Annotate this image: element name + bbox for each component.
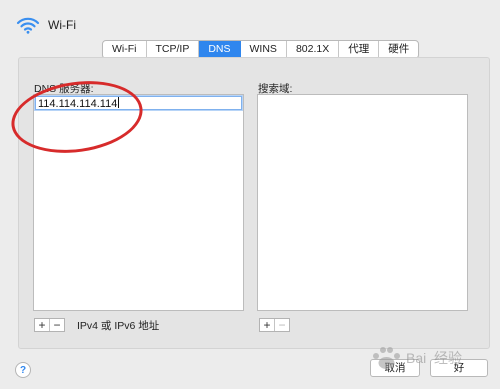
tab-wifi[interactable]: Wi-Fi [103,41,147,58]
tab-dns[interactable]: DNS [199,41,241,58]
search-domain-remove-button[interactable]: − [275,319,289,331]
search-domains-list[interactable] [257,94,468,311]
tab-tcpip[interactable]: TCP/IP [147,41,200,58]
dns-servers-list[interactable]: 114.114.114.114 [33,94,244,311]
ip-format-hint: IPv4 或 IPv6 地址 [77,320,160,332]
search-domain-add-remove: + − [259,318,290,332]
dns-add-remove: + − [34,318,65,332]
window-title: Wi-Fi [48,18,76,32]
cancel-button[interactable]: 取消 [370,359,420,377]
dns-remove-button[interactable]: − [50,319,64,331]
dns-server-value: 114.114.114.114 [38,98,118,110]
tab-proxy[interactable]: 代理 [339,41,380,58]
help-button[interactable]: ? [15,362,31,378]
tab-hardware[interactable]: 硬件 [379,41,418,58]
dns-add-button[interactable]: + [35,319,50,331]
search-domain-add-button[interactable]: + [260,319,275,331]
ok-button[interactable]: 好 [430,359,488,377]
text-caret [118,97,120,108]
window-header: Wi-Fi [16,13,76,37]
tab-wins[interactable]: WINS [241,41,287,58]
wifi-icon [16,17,40,34]
tab-8021x[interactable]: 802.1X [287,41,340,58]
dns-server-entry[interactable]: 114.114.114.114 [35,96,242,110]
